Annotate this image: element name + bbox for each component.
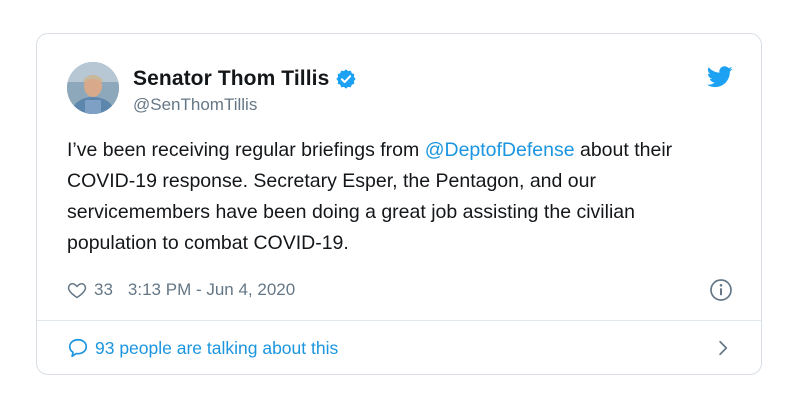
author-block: Senator Thom Tillis @SenThomTillis	[133, 66, 357, 115]
chevron-right-icon[interactable]	[713, 338, 733, 358]
like-count[interactable]: 33	[94, 280, 113, 300]
heart-icon[interactable]	[67, 280, 87, 300]
mention-link[interactable]: @DeptofDefense	[425, 139, 575, 161]
avatar-image	[67, 62, 119, 114]
verified-badge-icon	[335, 68, 357, 90]
tweet-text: I’ve been receiving regular briefings fr…	[67, 135, 727, 259]
speech-bubble-icon	[67, 337, 89, 359]
divider	[37, 320, 761, 321]
info-icon[interactable]	[709, 278, 733, 302]
twitter-bird-icon[interactable]	[706, 66, 733, 88]
tweet-header: Senator Thom Tillis @SenThomTillis	[67, 62, 733, 118]
author-handle[interactable]: @SenThomTillis	[133, 95, 357, 115]
conversation-link[interactable]: 93 people are talking about this	[67, 334, 733, 362]
tweet-card[interactable]: Senator Thom Tillis @SenThomTillis I’ve …	[36, 33, 762, 375]
tweet-text-start: I’ve been receiving regular briefings fr…	[67, 139, 425, 161]
tweet-timestamp[interactable]: 3:13 PM - Jun 4, 2020	[128, 280, 295, 300]
author-display-name[interactable]: Senator Thom Tillis	[133, 67, 329, 91]
tweet-meta: 33 3:13 PM - Jun 4, 2020	[67, 278, 733, 302]
avatar[interactable]	[67, 62, 119, 114]
talking-count-label[interactable]: 93 people are talking about this	[95, 338, 338, 359]
